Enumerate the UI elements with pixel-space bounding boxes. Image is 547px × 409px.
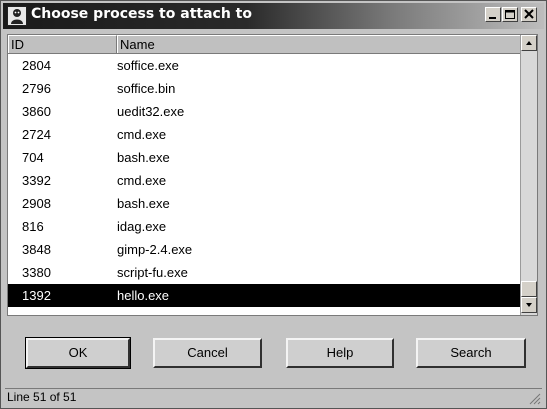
process-id-cell: 816	[22, 219, 44, 234]
table-row[interactable]: 3848 gimp-2.4.exe	[8, 238, 521, 261]
process-id-cell: 3848	[22, 242, 51, 257]
process-name-cell: uedit32.exe	[117, 104, 185, 119]
process-name-cell: idag.exe	[117, 219, 167, 234]
status-bar: Line 51 of 51	[5, 388, 542, 406]
process-name-cell: gimp-2.4.exe	[117, 242, 193, 257]
process-id-cell: 3860	[22, 104, 51, 119]
table-row[interactable]: 3392 cmd.exe	[8, 169, 521, 192]
process-name-cell: bash.exe	[117, 150, 170, 165]
vertical-scrollbar[interactable]	[520, 35, 537, 315]
table-row[interactable]: 2908 bash.exe	[8, 192, 521, 215]
process-name-cell: script-fu.exe	[117, 265, 188, 280]
table-row[interactable]: 3380 script-fu.exe	[8, 261, 521, 284]
process-id-cell: 3392	[22, 173, 51, 188]
scroll-down-icon[interactable]	[521, 297, 537, 313]
cancel-button[interactable]: Cancel	[153, 338, 262, 368]
minimize-icon[interactable]	[485, 7, 501, 22]
process-name-cell: bash.exe	[117, 196, 170, 211]
table-row[interactable]: 816 idag.exe	[8, 215, 521, 238]
search-button[interactable]: Search	[416, 338, 526, 368]
list-header: ID Name	[8, 35, 521, 54]
process-id-cell: 3380	[22, 265, 51, 280]
process-id-cell: 1392	[22, 288, 51, 303]
process-rows: 2804 soffice.exe 2796 soffice.bin 3860 uedit3…	[8, 54, 521, 307]
table-row[interactable]: 2804 soffice.exe	[8, 54, 521, 77]
debugger-app-icon[interactable]	[7, 6, 27, 26]
process-name-cell: soffice.bin	[117, 81, 176, 96]
resize-grip-icon[interactable]	[527, 391, 541, 405]
process-name-cell: soffice.exe	[117, 58, 179, 73]
process-name-cell: hello.exe	[117, 288, 170, 303]
help-button[interactable]: Help	[286, 338, 394, 368]
process-id-cell: 2804	[22, 58, 51, 73]
status-line-count: Line 51 of 51	[7, 390, 77, 404]
scroll-up-icon[interactable]	[521, 35, 537, 51]
column-header-name[interactable]: Name	[117, 35, 521, 53]
attach-process-dialog: Choose process to attach to ID Name 2804…	[0, 0, 547, 409]
table-row[interactable]: 2724 cmd.exe	[8, 123, 521, 146]
window-title: Choose process to attach to	[31, 6, 252, 22]
maximize-icon[interactable]	[502, 7, 518, 22]
process-id-cell: 2796	[22, 81, 51, 96]
title-bar[interactable]: Choose process to attach to	[3, 3, 544, 29]
column-header-id[interactable]: ID	[8, 35, 117, 53]
process-id-cell: 704	[22, 150, 44, 165]
table-row[interactable]: 1392 hello.exe	[8, 284, 521, 307]
table-row[interactable]: 3860 uedit32.exe	[8, 100, 521, 123]
process-name-cell: cmd.exe	[117, 173, 167, 188]
process-id-cell: 2724	[22, 127, 51, 142]
process-id-cell: 2908	[22, 196, 51, 211]
scroll-thumb[interactable]	[521, 281, 537, 297]
process-list[interactable]: ID Name 2804 soffice.exe 2796 soffice.bin 38…	[7, 34, 538, 316]
ok-button[interactable]: OK	[25, 337, 131, 369]
table-row[interactable]: 704 bash.exe	[8, 146, 521, 169]
table-row[interactable]: 2796 soffice.bin	[8, 77, 521, 100]
process-name-cell: cmd.exe	[117, 127, 167, 142]
close-icon[interactable]	[521, 7, 537, 22]
